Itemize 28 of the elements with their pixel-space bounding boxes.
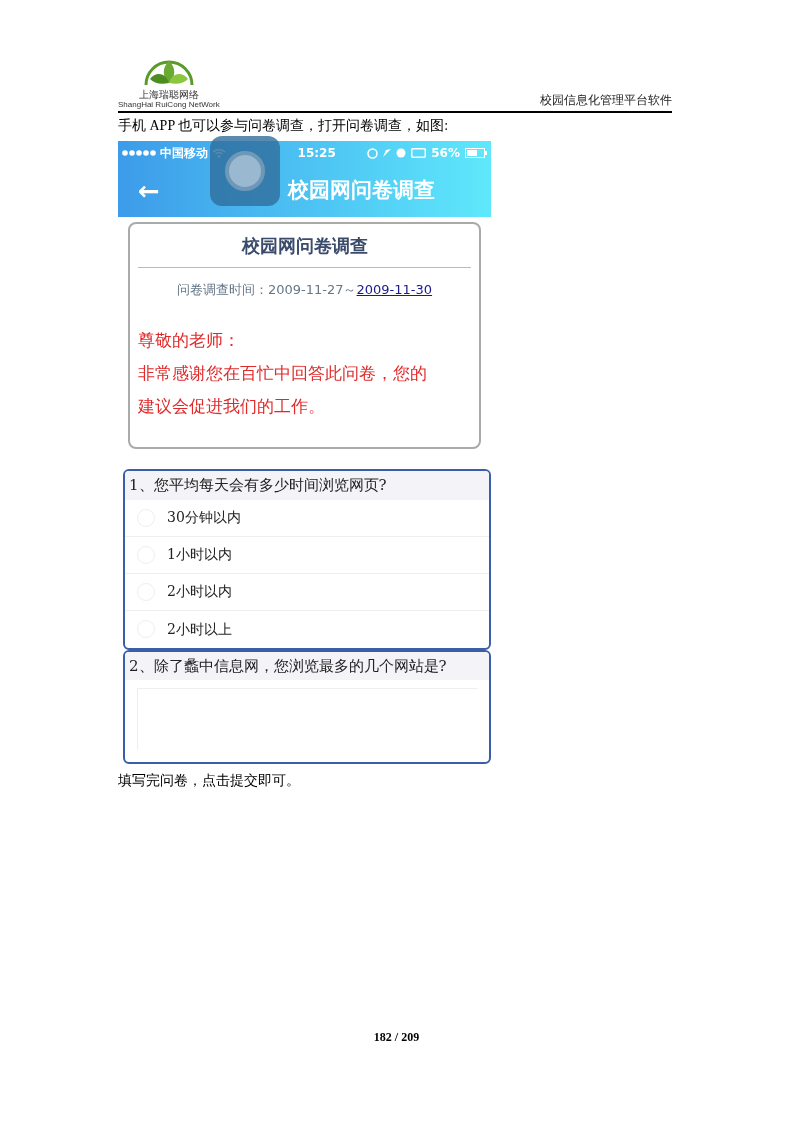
- screen-mirroring-icon: [411, 148, 427, 158]
- option-label[interactable]: 30分钟以内: [167, 507, 241, 528]
- outro-text: 填写完问卷，点击提交即可。: [118, 772, 301, 790]
- battery-icon: [465, 148, 487, 158]
- question-text: 1、您平均每天会有多少时间浏览网页?: [125, 471, 489, 500]
- app-bar-title: 校园网问卷调查: [287, 177, 435, 205]
- document-title: 校园信息化管理平台软件: [540, 92, 672, 109]
- time-text: 15:25: [297, 145, 336, 162]
- alarm-icon: [396, 148, 407, 158]
- logo-text: 上海瑞聪网络: [138, 89, 199, 100]
- greeting-text: 尊敬的老师：: [138, 328, 241, 352]
- logo-text: ShangHai RuiCong NetWork: [118, 100, 220, 109]
- card-title: 校园网问卷调查: [138, 224, 471, 268]
- location-icon: [383, 148, 392, 158]
- option-label[interactable]: 2小时以上: [167, 618, 232, 640]
- carrier-text: 中国移动: [160, 145, 208, 162]
- message-text: 非常感谢您在百忙中回答此问卷，您的建议会促进我们的工作。: [138, 362, 428, 418]
- option-label[interactable]: 2小时以内: [167, 581, 232, 602]
- rotation-lock-icon: [367, 147, 379, 159]
- survey-time-text: 问卷调查时间：2009-11-27～: [176, 282, 357, 297]
- intro-text: 手机 APP 也可以参与问卷调查，打开问卷调查，如图:: [118, 117, 450, 135]
- page-number: 182 / 209: [372, 1029, 421, 1046]
- assistive-touch-button[interactable]: [209, 136, 280, 206]
- question-text: 2、除了蠡中信息网，您浏览最多的几个网站是?: [125, 651, 489, 680]
- battery-percent: 56%: [431, 145, 460, 162]
- signal-icon: [122, 150, 156, 156]
- option-label[interactable]: 1小时以内: [167, 544, 232, 565]
- end-date-link[interactable]: 2009-11-30: [356, 282, 433, 297]
